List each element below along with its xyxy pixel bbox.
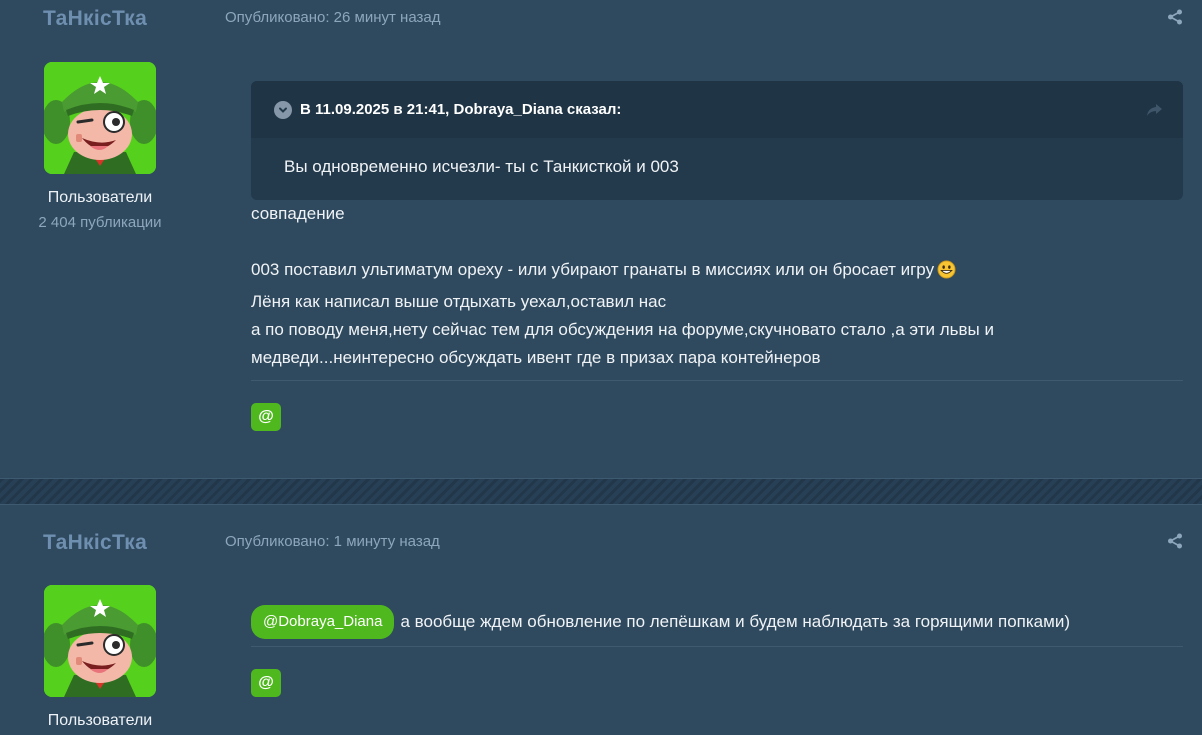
avatar-image bbox=[44, 62, 156, 174]
quote-header: В 11.09.2025 в 21:41, Dobraya_Diana сказ… bbox=[251, 81, 1183, 138]
quote-share-icon[interactable] bbox=[1146, 101, 1163, 118]
post-line: Лёня как написал выше отдыхать уехал,ост… bbox=[251, 292, 667, 311]
author-name[interactable]: ТаНкісТка bbox=[43, 531, 147, 555]
post-timestamp[interactable]: Опубликовано: 26 минут назад bbox=[225, 9, 440, 26]
quote-text: Вы одновременно исчезли- ты с Танкисткой… bbox=[284, 157, 679, 176]
mention-button[interactable]: @ bbox=[251, 669, 281, 697]
share-icon[interactable] bbox=[1167, 533, 1183, 549]
user-mention-tag[interactable]: @Dobraya_Diana bbox=[251, 605, 395, 639]
post-line: 003 поставил ультиматум ореху - или убир… bbox=[251, 256, 994, 288]
avatar[interactable] bbox=[44, 585, 156, 697]
post-divider bbox=[251, 646, 1183, 647]
post-line-blank bbox=[251, 228, 994, 256]
post-separator bbox=[0, 478, 1202, 505]
quote-title: В 11.09.2025 в 21:41, Dobraya_Diana сказ… bbox=[300, 101, 622, 118]
mention-button[interactable]: @ bbox=[251, 403, 281, 431]
avatar-image bbox=[44, 585, 156, 697]
post-line: а по поводу меня,нету сейчас тем для обс… bbox=[251, 320, 994, 339]
post-body: @Dobraya_Diana а вообще ждем обновление п… bbox=[251, 605, 1070, 639]
user-group: Пользователи bbox=[47, 712, 153, 729]
post-2: ТаНкісТка Опубликовано: 1 минуту назад П… bbox=[0, 505, 1202, 735]
share-icon[interactable] bbox=[1167, 9, 1183, 25]
post-timestamp[interactable]: Опубликовано: 1 минуту назад bbox=[225, 533, 440, 550]
grinning-emoji-icon bbox=[937, 260, 956, 288]
chevron-down-icon[interactable] bbox=[274, 100, 292, 119]
post-line: медведи...неинтересно обсуждать ивент гд… bbox=[251, 348, 821, 367]
post-line: совпадение bbox=[251, 204, 345, 223]
user-post-count: 2 404 публикации bbox=[38, 214, 162, 231]
user-group: Пользователи bbox=[47, 189, 153, 206]
avatar[interactable] bbox=[44, 62, 156, 174]
post-1: ТаНкісТка Опубликовано: 26 минут назад П… bbox=[0, 0, 1202, 478]
post-line-text: 003 поставил ультиматум ореху - или убир… bbox=[251, 260, 935, 279]
post-divider bbox=[251, 380, 1183, 381]
author-name[interactable]: ТаНкісТка bbox=[43, 7, 147, 31]
post-body: совпадение 003 поставил ультиматум ореху… bbox=[251, 200, 994, 372]
quote-block: В 11.09.2025 в 21:41, Dobraya_Diana сказ… bbox=[251, 81, 1183, 200]
post-line-text: а вообще ждем обновление по лепёшкам и б… bbox=[400, 612, 1070, 631]
